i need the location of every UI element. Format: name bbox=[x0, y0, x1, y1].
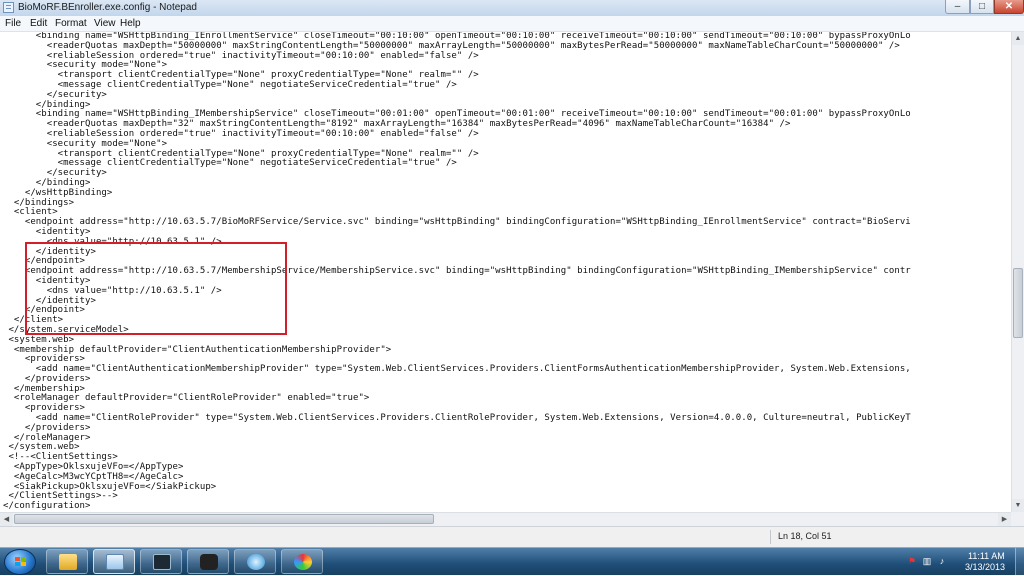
scroll-up-icon[interactable]: ▲ bbox=[1012, 32, 1024, 45]
horizontal-scroll-thumb[interactable] bbox=[14, 514, 434, 524]
taskbar-fingerprint[interactable] bbox=[234, 549, 276, 574]
task-manager-icon bbox=[153, 554, 171, 570]
taskbar-camera[interactable] bbox=[187, 549, 229, 574]
fingerprint-icon bbox=[247, 554, 265, 570]
menu-file[interactable]: File bbox=[5, 17, 21, 30]
volume-icon[interactable]: ♪ bbox=[937, 556, 947, 566]
taskbar-notepad[interactable] bbox=[93, 549, 135, 574]
taskbar: ⚑ ▥ ♪ 11:11 AM 3/13/2013 bbox=[0, 547, 1024, 575]
size-grip[interactable] bbox=[1011, 512, 1024, 526]
start-button[interactable] bbox=[4, 549, 36, 575]
minimize-button[interactable]: – bbox=[945, 0, 970, 14]
paint-icon bbox=[294, 554, 312, 570]
clock-date[interactable]: 3/13/2013 bbox=[965, 562, 1005, 572]
cursor-position: Ln 18, Col 51 bbox=[778, 531, 832, 541]
clock-time[interactable]: 11:11 AM bbox=[968, 551, 1005, 561]
menu-help[interactable]: Help bbox=[120, 17, 141, 30]
flag-icon[interactable]: ⚑ bbox=[907, 556, 917, 566]
menu-format[interactable]: Format bbox=[55, 17, 87, 30]
menu-view[interactable]: View bbox=[94, 17, 116, 30]
scroll-down-icon[interactable]: ▼ bbox=[1012, 499, 1024, 512]
title-bar[interactable]: BioMoRF.BEnroller.exe.config - Notepad –… bbox=[0, 0, 1024, 17]
taskbar-paint[interactable] bbox=[281, 549, 323, 574]
window-title: BioMoRF.BEnroller.exe.config - Notepad bbox=[18, 2, 197, 13]
explorer-icon bbox=[59, 554, 77, 570]
notepad-icon bbox=[106, 554, 124, 570]
vertical-scrollbar[interactable]: ▲ ▼ bbox=[1011, 32, 1024, 512]
close-button[interactable]: ✕ bbox=[994, 0, 1024, 14]
scroll-left-icon[interactable]: ◀ bbox=[0, 513, 13, 526]
menu-edit[interactable]: Edit bbox=[30, 17, 47, 30]
text-editor[interactable]: <binding name="WSHttpBinding_IEnrollment… bbox=[0, 32, 1011, 512]
maximize-button[interactable]: □ bbox=[970, 0, 994, 14]
taskbar-explorer[interactable] bbox=[46, 549, 88, 574]
horizontal-scrollbar[interactable]: ◀ ▶ bbox=[0, 512, 1011, 526]
scroll-right-icon[interactable]: ▶ bbox=[998, 513, 1011, 526]
windows-logo-icon bbox=[15, 557, 27, 568]
notepad-app-icon[interactable] bbox=[3, 2, 14, 13]
taskbar-task-manager[interactable] bbox=[140, 549, 182, 574]
camera-icon bbox=[200, 554, 218, 570]
show-desktop-button[interactable] bbox=[1015, 548, 1024, 575]
vertical-scroll-thumb[interactable] bbox=[1013, 268, 1023, 338]
network-icon[interactable]: ▥ bbox=[922, 556, 932, 566]
status-divider bbox=[770, 530, 771, 544]
editor-content[interactable]: <binding name="WSHttpBinding_IEnrollment… bbox=[0, 32, 1011, 512]
status-bar: Ln 18, Col 51 bbox=[0, 526, 1024, 547]
menu-bar: File Edit Format View Help bbox=[0, 16, 1024, 32]
system-tray: ⚑ ▥ ♪ bbox=[900, 548, 1024, 576]
